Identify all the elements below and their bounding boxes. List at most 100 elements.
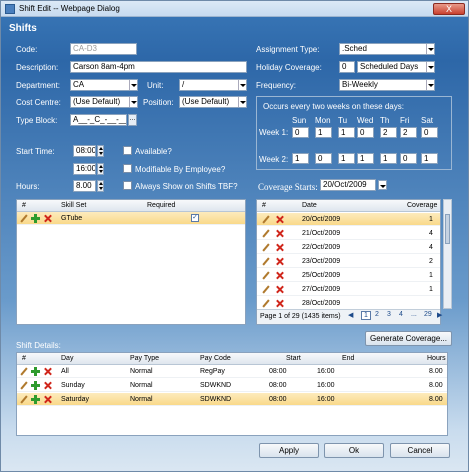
- week1-cell-2[interactable]: 1: [338, 127, 355, 138]
- col-hours[interactable]: Hours: [427, 355, 446, 362]
- pencil-icon[interactable]: [20, 214, 29, 223]
- week1-cell-4[interactable]: 2: [380, 127, 397, 138]
- generate-coverage-button[interactable]: Generate Coverage...: [365, 331, 452, 346]
- end-time-spinner[interactable]: [97, 163, 104, 175]
- plus-icon[interactable]: [31, 214, 40, 223]
- delete-icon[interactable]: [276, 257, 285, 266]
- col-coverage[interactable]: Coverage: [407, 202, 437, 209]
- coverage-row[interactable]: 27/Oct/2009 1: [257, 283, 440, 296]
- delete-icon[interactable]: [276, 285, 285, 294]
- chevron-down-icon[interactable]: [426, 44, 434, 54]
- week2-cell-5[interactable]: 0: [400, 153, 417, 164]
- holiday-coverage-field[interactable]: 0: [339, 61, 355, 73]
- cancel-button[interactable]: Cancel: [390, 443, 450, 458]
- chevron-down-icon[interactable]: [129, 97, 137, 107]
- week2-cell-3[interactable]: 1: [357, 153, 374, 164]
- cost-centre-select[interactable]: (Use Default): [70, 96, 138, 108]
- delete-icon[interactable]: [44, 214, 53, 223]
- pencil-icon[interactable]: [262, 271, 271, 280]
- delete-icon[interactable]: [44, 395, 53, 404]
- coverage-row[interactable]: 20/Oct/2009 1: [257, 213, 440, 226]
- page-link-3[interactable]: 4: [399, 311, 403, 318]
- hours-field[interactable]: 8.00: [73, 180, 96, 192]
- col-skill-set[interactable]: Skill Set: [61, 202, 86, 209]
- always-show-checkbox[interactable]: [123, 181, 132, 190]
- coverage-starts-field[interactable]: 20/Oct/2009: [320, 179, 376, 191]
- week2-cell-4[interactable]: 1: [380, 153, 397, 164]
- assignment-type-select[interactable]: .Sched: [339, 43, 435, 55]
- plus-icon[interactable]: [31, 395, 40, 404]
- page-link-4[interactable]: ...: [411, 311, 417, 318]
- pencil-icon[interactable]: [20, 367, 29, 376]
- delete-icon[interactable]: [44, 367, 53, 376]
- pencil-icon[interactable]: [20, 381, 29, 390]
- page-link-5[interactable]: 29: [424, 311, 432, 318]
- week1-cell-1[interactable]: 1: [315, 127, 332, 138]
- delete-icon[interactable]: [276, 229, 285, 238]
- available-checkbox[interactable]: [123, 146, 132, 155]
- scrollbar-thumb[interactable]: [445, 214, 450, 244]
- page-link-2[interactable]: 3: [387, 311, 391, 318]
- next-page-icon[interactable]: ▶: [437, 311, 442, 319]
- ok-button[interactable]: Ok: [324, 443, 384, 458]
- table-row[interactable]: Sunday Normal SDWKND 08:00 16:00 8.00: [17, 379, 447, 392]
- col-date[interactable]: Date: [302, 202, 317, 209]
- code-field[interactable]: CA-D3: [70, 43, 137, 55]
- page-link-1[interactable]: 2: [375, 311, 379, 318]
- delete-icon[interactable]: [276, 243, 285, 252]
- coverage-row[interactable]: 25/Oct/2009 1: [257, 269, 440, 282]
- week1-cell-0[interactable]: 0: [292, 127, 309, 138]
- page-link-0[interactable]: 1: [361, 311, 371, 320]
- week1-cell-6[interactable]: 0: [421, 127, 438, 138]
- pencil-icon[interactable]: [20, 395, 29, 404]
- end-time-field[interactable]: 16:00: [73, 163, 96, 175]
- col-day[interactable]: Day: [61, 355, 73, 362]
- frequency-select[interactable]: Bi-Weekly: [339, 79, 435, 91]
- chevron-down-icon[interactable]: [426, 80, 434, 90]
- week2-cell-6[interactable]: 1: [421, 153, 438, 164]
- chevron-down-icon[interactable]: [426, 62, 434, 72]
- apply-button[interactable]: Apply: [259, 443, 319, 458]
- col-pay-code[interactable]: Pay Code: [200, 355, 231, 362]
- modifiable-checkbox[interactable]: [123, 164, 132, 173]
- week2-cell-0[interactable]: 1: [292, 153, 309, 164]
- department-select[interactable]: CA: [70, 79, 138, 91]
- col-end[interactable]: End: [342, 355, 354, 362]
- plus-icon[interactable]: [31, 367, 40, 376]
- delete-icon[interactable]: [276, 299, 285, 308]
- chevron-down-icon[interactable]: [238, 97, 246, 107]
- coverage-scrollbar[interactable]: [443, 199, 452, 309]
- table-row[interactable]: All Normal RegPay 08:00 16:00 8.00: [17, 365, 447, 378]
- pencil-icon[interactable]: [262, 215, 271, 224]
- type-block-field[interactable]: A__-_C_-__-__W: [70, 114, 127, 126]
- coverage-row[interactable]: 22/Oct/2009 4: [257, 241, 440, 254]
- week2-cell-1[interactable]: 0: [315, 153, 332, 164]
- pencil-icon[interactable]: [262, 257, 271, 266]
- pencil-icon[interactable]: [262, 299, 271, 308]
- type-block-browse-button[interactable]: ...: [128, 114, 137, 126]
- hours-spinner[interactable]: [97, 180, 104, 192]
- chevron-down-icon[interactable]: [129, 80, 137, 90]
- week2-cell-2[interactable]: 1: [338, 153, 355, 164]
- delete-icon[interactable]: [44, 381, 53, 390]
- required-checkbox[interactable]: ✓: [191, 214, 199, 222]
- table-row[interactable]: Saturday Normal SDWKND 08:00 16:00 8.00: [17, 393, 447, 406]
- week1-cell-3[interactable]: 0: [357, 127, 374, 138]
- pencil-icon[interactable]: [262, 285, 271, 294]
- pencil-icon[interactable]: [262, 229, 271, 238]
- unit-select[interactable]: /: [179, 79, 247, 91]
- coverage-row[interactable]: 21/Oct/2009 4: [257, 227, 440, 240]
- calendar-dropdown-icon[interactable]: [378, 180, 387, 190]
- delete-icon[interactable]: [276, 271, 285, 280]
- description-field[interactable]: Carson 8am-4pm: [70, 61, 247, 73]
- col-pay-type[interactable]: Pay Type: [130, 355, 159, 362]
- pencil-icon[interactable]: [262, 243, 271, 252]
- close-button[interactable]: X: [433, 3, 465, 15]
- week1-cell-5[interactable]: 2: [400, 127, 417, 138]
- prev-page-icon[interactable]: ◀: [348, 311, 353, 319]
- col-required[interactable]: Required: [147, 202, 175, 209]
- position-select[interactable]: (Use Default): [179, 96, 247, 108]
- col-start[interactable]: Start: [286, 355, 301, 362]
- coverage-row[interactable]: 23/Oct/2009 2: [257, 255, 440, 268]
- start-time-spinner[interactable]: [97, 145, 104, 157]
